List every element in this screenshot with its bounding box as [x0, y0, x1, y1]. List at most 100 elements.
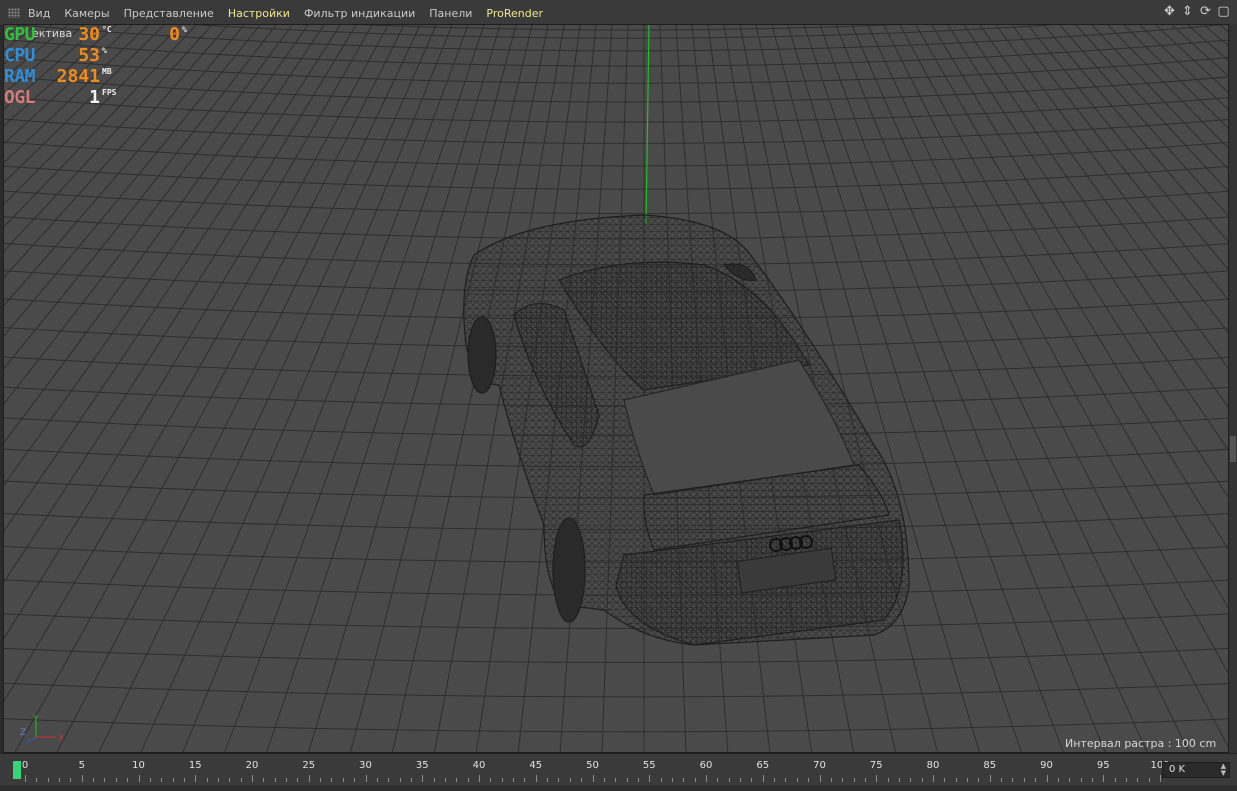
grid-line [4, 25, 309, 444]
timeline-label: 35 [415, 760, 429, 771]
menu-prorender[interactable]: ProRender [486, 7, 543, 20]
bottom-toolbar-strip [0, 785, 1237, 791]
viewport-scrollbar[interactable] [1229, 24, 1237, 753]
timeline-tick [36, 778, 38, 782]
hud-gpu-load-unit: % [182, 25, 187, 34]
timeline-tick [104, 778, 106, 782]
timeline-tick [683, 778, 685, 782]
timeline-tick [252, 775, 253, 782]
timeline-tick [637, 778, 639, 782]
timeline-tick [535, 775, 537, 782]
timeline-tick [410, 778, 412, 782]
timeline-tick [989, 775, 991, 782]
timeline-tick [25, 775, 26, 782]
menu-panels[interactable]: Панели [429, 7, 472, 20]
timeline-tick [320, 778, 322, 782]
timeline-tick [422, 775, 424, 782]
menu-view[interactable]: Вид [28, 7, 50, 20]
timeline-label: 55 [642, 760, 656, 771]
timeline-tick [774, 778, 776, 782]
timeline-tick [1080, 778, 1082, 782]
menu-filter[interactable]: Фильтр индикации [304, 7, 415, 20]
timeline-tick [456, 778, 458, 782]
refresh-icon[interactable]: ⟳ [1198, 4, 1213, 20]
timeline-tick [671, 778, 673, 782]
timeline-track[interactable]: 0 5 10 15 20 25 30 35 40 45 50 55 60 65 70 75 80 85 90 95 10… [13, 759, 1170, 783]
timeline-tick [921, 778, 923, 782]
menu-grip-icon[interactable] [8, 8, 20, 18]
timeline-tick [728, 778, 730, 782]
grid-line [931, 25, 1228, 498]
grid-line [899, 25, 1228, 609]
grid-line [4, 718, 1228, 733]
timeline-label: 60 [699, 760, 713, 771]
timeline-label: 30 [359, 760, 372, 771]
timeline-tick [1035, 778, 1037, 782]
performance-hud: GPU 30 °C 0 % CPU 53 % RAM 2841 MB OGL 1… [4, 24, 187, 108]
timeline-tick [365, 775, 367, 782]
timeline-tick [762, 775, 764, 782]
3d-viewport[interactable]: Y Z X [3, 24, 1229, 753]
timeline-tick [910, 778, 912, 782]
timeline-tick [694, 778, 696, 782]
timeline-tick [1114, 778, 1116, 782]
timeline-tick [1046, 775, 1048, 782]
axis-gizmo: Y Z X [20, 715, 64, 744]
timeline-tick [206, 778, 208, 782]
menu-display[interactable]: Представление [124, 7, 214, 20]
grid-line [182, 25, 469, 752]
timeline-tick [1137, 778, 1139, 782]
y-axis-line [645, 25, 650, 226]
timeline-tick [501, 778, 503, 782]
scrollbar-thumb[interactable] [1230, 436, 1236, 462]
grid-line [1123, 25, 1228, 129]
timeline-tick [161, 778, 163, 782]
hud-gpu-label: GPU [4, 24, 36, 45]
timeline-tick [59, 778, 61, 782]
timeline-tick [1103, 775, 1105, 782]
playhead-marker[interactable] [13, 761, 21, 779]
timeline-tick [785, 778, 787, 782]
maximize-icon[interactable]: ▢ [1216, 4, 1231, 20]
timeline-label: 20 [245, 760, 259, 771]
timeline-label: 65 [756, 760, 770, 771]
timeline-label: 15 [188, 760, 202, 771]
move-icon[interactable]: ✥ [1162, 4, 1177, 20]
grid-line [4, 25, 117, 127]
timeline-tick [967, 778, 969, 782]
timeline-tick [569, 778, 571, 782]
grid-line [4, 25, 389, 703]
timeline-tick [127, 778, 129, 782]
hud-ram-value: 2841 [56, 66, 100, 87]
timeline-tick [955, 778, 957, 782]
menu-cameras[interactable]: Камеры [64, 7, 109, 20]
arrows-vertical-icon[interactable]: ⇕ [1180, 4, 1195, 20]
timeline-tick [433, 778, 435, 782]
menu-options[interactable]: Настройки [228, 7, 290, 20]
timeline-tick [581, 778, 583, 782]
timeline-tick [717, 778, 719, 782]
timeline-tick [524, 778, 526, 782]
hud-gpu-temp: 30 [78, 24, 100, 45]
timeline-tick [1012, 778, 1014, 782]
timeline-tick [649, 775, 651, 782]
grid-line [851, 25, 1190, 752]
grid-line [4, 25, 21, 38]
timeline-tick [898, 778, 900, 782]
current-frame-field[interactable]: 0 K ▲ ▼ [1162, 762, 1230, 778]
timeline-tick [1160, 775, 1161, 782]
timeline-tick [842, 778, 844, 782]
hud-cpu-label: CPU [4, 45, 36, 66]
timeline-tick [1125, 778, 1127, 782]
timeline-label: 50 [586, 760, 599, 771]
timeline-tick [444, 778, 446, 782]
timeline-tick [490, 778, 492, 782]
timeline-tick [944, 778, 946, 782]
grid-line [4, 25, 325, 486]
timeline-tick [149, 778, 151, 782]
timeline-tick [751, 778, 753, 782]
timeline-tick [297, 778, 299, 782]
frame-stepper-icon[interactable]: ▲ ▼ [1221, 763, 1226, 777]
timeline-tick [933, 775, 934, 782]
grid-line [4, 141, 1228, 167]
